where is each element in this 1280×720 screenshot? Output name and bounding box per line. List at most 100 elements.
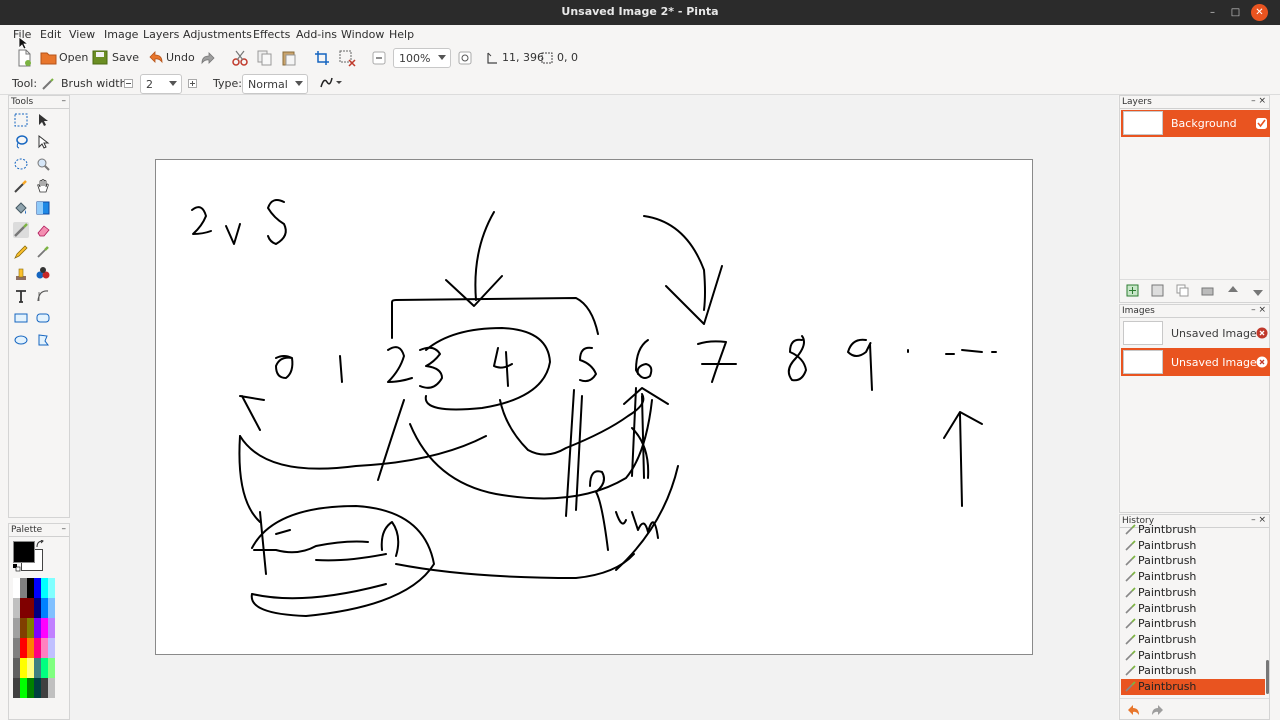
palette-swatch[interactable] <box>48 578 55 598</box>
freeform-shape-icon[interactable] <box>35 332 51 348</box>
menu-addins[interactable]: Add-ins <box>296 28 337 41</box>
gradient-icon[interactable] <box>35 200 51 216</box>
close-image-icon[interactable] <box>1256 327 1268 339</box>
palette-swatch[interactable] <box>20 658 27 678</box>
palette-swatch[interactable] <box>48 638 55 658</box>
palette-swatch[interactable] <box>13 578 20 598</box>
palette-swatch[interactable] <box>41 598 48 618</box>
ellipse-select-icon[interactable] <box>13 156 29 172</box>
history-item[interactable]: Paintbrush <box>1121 585 1265 601</box>
paint-bucket-icon[interactable] <box>13 200 29 216</box>
close-icon[interactable]: ✕ <box>1251 4 1268 21</box>
recolor-icon[interactable] <box>35 266 51 282</box>
image-item-2[interactable]: Unsaved Image 2 <box>1121 348 1270 376</box>
menu-edit[interactable]: Edit <box>40 28 61 41</box>
swap-colors-icon[interactable] <box>36 540 44 548</box>
palette-swatch[interactable] <box>20 598 27 618</box>
menu-layers[interactable]: Layers <box>143 28 179 41</box>
paintbrush-tool-icon[interactable] <box>13 222 29 238</box>
image-canvas[interactable] <box>155 159 1033 655</box>
history-item[interactable]: Paintbrush <box>1121 522 1265 538</box>
palette-swatch[interactable] <box>41 578 48 598</box>
palette-swatch[interactable] <box>41 638 48 658</box>
pencil-icon[interactable] <box>13 244 29 260</box>
history-item[interactable]: Paintbrush <box>1121 663 1265 679</box>
palette-swatch[interactable] <box>13 618 20 638</box>
rectangle-tool-icon[interactable] <box>13 310 29 326</box>
palette-swatch[interactable] <box>34 658 41 678</box>
clone-stamp-icon[interactable] <box>13 266 29 282</box>
palette-swatch[interactable] <box>34 678 41 698</box>
zoom-in-button[interactable] <box>458 51 472 65</box>
layer-visible-checkbox[interactable] <box>1256 118 1267 129</box>
history-item[interactable]: Paintbrush <box>1121 679 1265 695</box>
palette-swatch[interactable] <box>34 638 41 658</box>
menu-adjustments[interactable]: Adjustments <box>183 28 252 41</box>
rectangle-select-icon[interactable] <box>13 112 29 128</box>
palette-swatch[interactable] <box>34 618 41 638</box>
palette-swatch[interactable] <box>48 658 55 678</box>
brush-width-decrease[interactable] <box>124 79 133 88</box>
brush-width-select[interactable]: 2 <box>140 74 182 94</box>
add-layer-icon[interactable] <box>1126 284 1140 298</box>
palette-swatch[interactable] <box>34 598 41 618</box>
palette-swatch[interactable] <box>48 678 55 698</box>
palette-swatch[interactable] <box>27 598 34 618</box>
panel-minimize-icon[interactable]: – <box>62 96 67 106</box>
history-item[interactable]: Paintbrush <box>1121 553 1265 569</box>
palette-swatch[interactable] <box>48 598 55 618</box>
menu-image[interactable]: Image <box>104 28 138 41</box>
magic-wand-icon[interactable] <box>13 178 29 194</box>
palette-swatch[interactable] <box>27 618 34 638</box>
copy-button[interactable] <box>257 50 273 66</box>
redo-button[interactable] <box>200 51 216 65</box>
panel-minimize-icon[interactable]: – <box>62 524 67 534</box>
zoom-out-button[interactable] <box>372 51 386 65</box>
delete-layer-icon[interactable] <box>1151 284 1165 298</box>
text-tool-icon[interactable] <box>13 288 29 304</box>
zoom-tool-icon[interactable] <box>35 156 51 172</box>
history-item[interactable]: Paintbrush <box>1121 601 1265 617</box>
move-layer-up-icon[interactable] <box>1226 284 1240 298</box>
color-picker-icon[interactable] <box>35 244 51 260</box>
crop-button[interactable] <box>314 50 330 66</box>
palette-swatch[interactable] <box>20 678 27 698</box>
rounded-rectangle-icon[interactable] <box>35 310 51 326</box>
reset-colors-icon[interactable] <box>13 564 21 572</box>
history-item[interactable]: Paintbrush <box>1121 648 1265 664</box>
palette-swatch[interactable] <box>34 578 41 598</box>
palette-swatch[interactable] <box>13 598 20 618</box>
palette-swatch[interactable] <box>13 658 20 678</box>
ellipse-tool-icon[interactable] <box>13 332 29 348</box>
palette-swatch[interactable] <box>27 578 34 598</box>
palette-swatch[interactable] <box>20 618 27 638</box>
palette-swatch[interactable] <box>41 618 48 638</box>
paste-button[interactable] <box>281 50 297 66</box>
palette-swatch[interactable] <box>13 638 20 658</box>
palette-swatch[interactable] <box>20 578 27 598</box>
undo-button[interactable]: Undo <box>148 50 195 64</box>
type-select[interactable]: Normal <box>242 74 308 94</box>
close-image-icon[interactable] <box>1256 356 1268 368</box>
palette-swatch[interactable] <box>41 678 48 698</box>
lasso-select-icon[interactable] <box>13 134 29 150</box>
deselect-button[interactable] <box>339 50 357 68</box>
palette-swatch[interactable] <box>27 678 34 698</box>
palette-swatch[interactable] <box>27 658 34 678</box>
palette-swatch[interactable] <box>13 678 20 698</box>
primary-color-swatch[interactable] <box>13 541 35 563</box>
palette-swatch[interactable] <box>48 618 55 638</box>
save-button[interactable]: Save <box>92 50 139 65</box>
brush-width-increase[interactable] <box>188 79 197 88</box>
history-item[interactable]: Paintbrush <box>1121 569 1265 585</box>
cut-button[interactable] <box>232 50 248 66</box>
panel-minimize-close-icon[interactable]: – × <box>1251 96 1266 106</box>
menu-window[interactable]: Window <box>341 28 384 41</box>
open-button[interactable]: Open <box>40 50 88 65</box>
panel-minimize-close-icon[interactable]: – × <box>1251 305 1266 315</box>
merge-layer-icon[interactable] <box>1201 284 1215 298</box>
move-layer-down-icon[interactable] <box>1251 284 1265 298</box>
image-item-1[interactable]: Unsaved Image 1 <box>1121 319 1270 347</box>
menu-help[interactable]: Help <box>389 28 414 41</box>
line-curve-icon[interactable] <box>35 288 51 304</box>
